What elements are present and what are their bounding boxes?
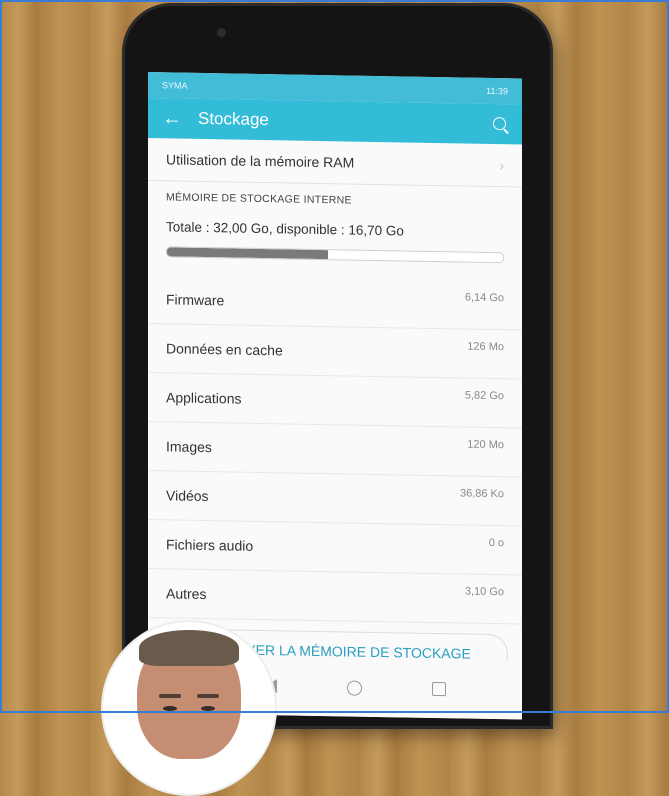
item-label: Vidéos bbox=[166, 487, 209, 505]
clock: 11:39 bbox=[486, 85, 508, 97]
ram-usage-row[interactable]: Utilisation de la mémoire RAM › bbox=[148, 138, 522, 188]
list-item-videos[interactable]: Vidéos 36,86 Ko bbox=[148, 471, 522, 527]
storage-totals: Totale : 32,00 Go, disponible : 16,70 Go bbox=[166, 219, 404, 239]
arrow-left-icon[interactable]: ← bbox=[162, 107, 182, 130]
item-value: 5,82 Go bbox=[464, 389, 504, 403]
search-icon[interactable] bbox=[493, 116, 509, 134]
front-camera bbox=[217, 28, 226, 37]
item-label: Fichiers audio bbox=[166, 536, 254, 554]
list-item-others[interactable]: Autres 3,10 Go bbox=[148, 569, 522, 625]
item-label: Autres bbox=[166, 585, 207, 603]
storage-usage-bar bbox=[166, 246, 504, 264]
internal-storage-section: MÉMOIRE DE STOCKAGE INTERNE Totale : 32,… bbox=[148, 181, 522, 264]
list-item-firmware[interactable]: Firmware 6,14 Go bbox=[148, 275, 522, 331]
storage-usage-fill bbox=[167, 247, 329, 260]
ram-usage-label: Utilisation de la mémoire RAM bbox=[166, 151, 355, 171]
recent-square-icon[interactable] bbox=[431, 681, 446, 697]
carrier-label: SYMA bbox=[162, 80, 188, 91]
home-circle-icon[interactable] bbox=[346, 679, 362, 696]
item-label: Firmware bbox=[166, 291, 225, 309]
item-value: 6,14 Go bbox=[464, 291, 504, 305]
page-title: Stockage bbox=[198, 108, 269, 130]
item-label: Données en cache bbox=[166, 340, 283, 359]
app-bar: ← Stockage bbox=[148, 98, 522, 145]
item-label: Images bbox=[166, 438, 212, 456]
storage-breakdown-list: Firmware 6,14 Go Données en cache 126 Mo… bbox=[148, 275, 522, 625]
section-title: MÉMOIRE DE STOCKAGE INTERNE bbox=[166, 191, 352, 207]
item-value: 36,86 Ko bbox=[459, 487, 504, 501]
list-item-applications[interactable]: Applications 5,82 Go bbox=[148, 373, 522, 429]
item-value: 0 o bbox=[488, 536, 504, 550]
item-label: Applications bbox=[166, 389, 242, 407]
avatar-hair bbox=[139, 630, 239, 666]
list-item-audio[interactable]: Fichiers audio 0 o bbox=[148, 520, 522, 576]
item-value: 3,10 Go bbox=[464, 585, 504, 599]
chevron-right-icon: › bbox=[499, 157, 504, 174]
item-value: 126 Mo bbox=[467, 340, 504, 354]
item-value: 120 Mo bbox=[467, 438, 504, 452]
list-item-images[interactable]: Images 120 Mo bbox=[148, 422, 522, 478]
list-item-cache[interactable]: Données en cache 126 Mo bbox=[148, 324, 522, 380]
presenter-avatar bbox=[101, 620, 277, 796]
